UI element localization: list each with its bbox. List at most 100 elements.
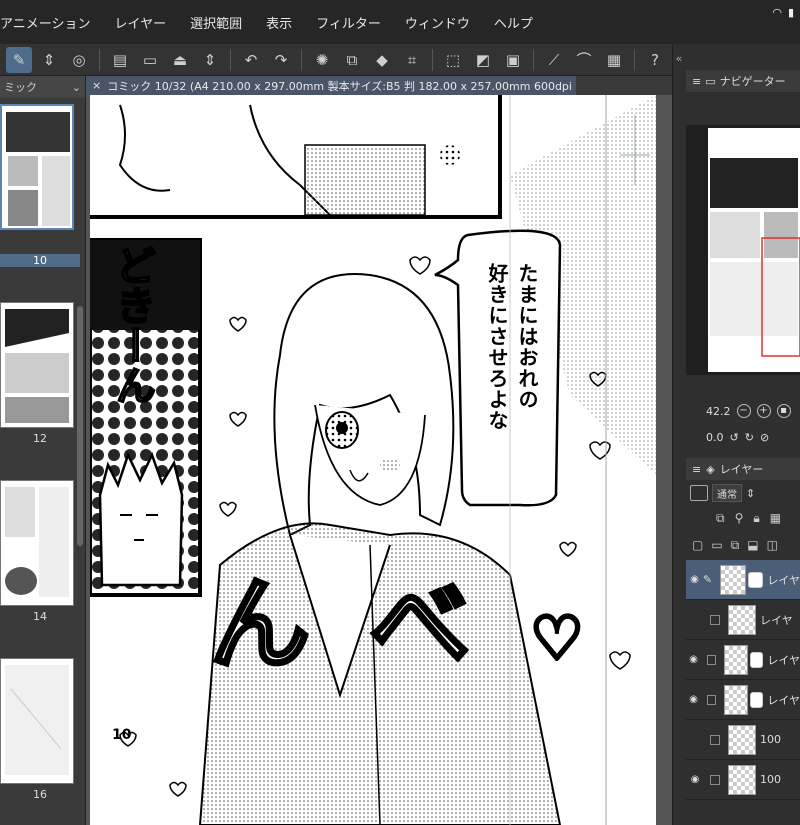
- lock-icon[interactable]: 🔒︎: [753, 511, 759, 526]
- layer-checkbox[interactable]: [710, 734, 720, 745]
- page-manager-panel: ミック ⌄ 10 12 14 16: [0, 76, 86, 825]
- menu-view[interactable]: 表示: [254, 13, 304, 32]
- page-thumbnail-art: [5, 309, 69, 423]
- eye-icon[interactable]: ◉: [686, 574, 703, 585]
- open-folder-icon[interactable]: ▭: [137, 47, 163, 73]
- ruler-icon[interactable]: ⟋: [541, 47, 567, 73]
- layer-panel-title[interactable]: レイヤー: [720, 461, 764, 477]
- new-raster-layer-icon[interactable]: ▢: [692, 538, 703, 552]
- reset-rotation-icon[interactable]: ⊘: [760, 431, 769, 444]
- layer-type-icon: [748, 571, 764, 588]
- copy-layer-icon[interactable]: ⧉: [731, 538, 740, 553]
- layer-checkbox[interactable]: [707, 694, 716, 705]
- lock-transparency-icon[interactable]: ▦: [770, 511, 781, 525]
- fit-view-icon[interactable]: ▪: [776, 404, 791, 418]
- menu-layer[interactable]: レイヤー: [102, 13, 178, 32]
- rotate-left-icon[interactable]: ↺: [730, 431, 739, 444]
- canvas-area[interactable]: たまにはおれの 好きにさせろよな どきーん んべ♡ 10: [86, 95, 672, 825]
- layers-icon: ◈: [706, 462, 715, 476]
- settings-swirl-icon[interactable]: ◎: [66, 47, 92, 73]
- menu-icon[interactable]: ≡: [692, 463, 701, 476]
- toolbar-divider: [301, 48, 302, 71]
- wifi-icon: ◠: [772, 6, 782, 19]
- rotate-right-icon[interactable]: ↻: [745, 431, 754, 444]
- page-thumbnail-16[interactable]: [0, 658, 74, 784]
- clip-icon[interactable]: ⧉: [716, 511, 725, 526]
- layer-property-icon[interactable]: [690, 485, 708, 501]
- border-icon[interactable]: ▣: [500, 47, 526, 73]
- layer-checkbox[interactable]: [710, 614, 720, 625]
- document-title: コミック 10/32 (A4 210.00 x 297.00mm 製本サイズ:B…: [107, 79, 576, 93]
- page-number: 10: [112, 727, 132, 743]
- menu-animation[interactable]: アニメーション: [0, 13, 102, 32]
- eye-icon[interactable]: ◉: [686, 654, 701, 665]
- stepper-icon[interactable]: ⇕: [36, 47, 62, 73]
- undo-icon[interactable]: ↶: [238, 47, 264, 73]
- layer-list: ◉ ✎ レイヤ レイヤ ◉ レイヤ ◉ レイヤ 100 ◉ 100: [686, 560, 800, 825]
- layer-thumbnail: [728, 764, 756, 795]
- sfx-bottom-chars: んべ: [208, 566, 530, 683]
- layer-name: 100: [760, 773, 781, 786]
- spinner-icon[interactable]: ✺: [309, 47, 335, 73]
- pen-tool-icon[interactable]: ✎: [6, 46, 32, 73]
- eye-icon[interactable]: ◉: [686, 694, 701, 705]
- material-icon[interactable]: ▦: [601, 47, 627, 73]
- menu-window[interactable]: ウィンドウ: [393, 13, 482, 32]
- pen-edit-icon: ✎: [702, 573, 713, 586]
- stepper-icon[interactable]: ⇕: [746, 487, 755, 500]
- page-thumbnail-art: [6, 112, 70, 226]
- chevron-down-icon[interactable]: ⌄: [72, 81, 81, 94]
- rotation-value[interactable]: 0.0: [706, 431, 724, 444]
- zoom-in-icon[interactable]: +: [756, 404, 771, 418]
- mask-icon[interactable]: ◫: [767, 538, 778, 552]
- redo-icon[interactable]: ↷: [268, 47, 294, 73]
- new-file-icon[interactable]: ▤: [107, 47, 133, 73]
- export-icon[interactable]: ⏏: [167, 47, 193, 73]
- page-thumbnail-10[interactable]: [0, 104, 74, 230]
- layer-row[interactable]: レイヤ: [686, 600, 800, 640]
- document-tab[interactable]: × コミック 10/32 (A4 210.00 x 297.00mm 製本サイズ…: [86, 76, 576, 95]
- brush-icon[interactable]: ⌒: [571, 47, 597, 73]
- crop-icon[interactable]: ⌗: [399, 47, 425, 73]
- page-panel-scrollbar[interactable]: [77, 306, 83, 546]
- layer-row[interactable]: ◉ レイヤ: [686, 640, 800, 680]
- eye-icon[interactable]: ◉: [686, 774, 704, 785]
- fill-icon[interactable]: ◆: [369, 47, 395, 73]
- layer-action-row: ▢ ▭ ⧉ ⬓ ◫: [686, 533, 800, 557]
- stepper-icon[interactable]: ⇕: [197, 47, 223, 73]
- page-number-label: 10: [0, 254, 80, 267]
- blend-mode-select[interactable]: 通常: [712, 484, 742, 502]
- layer-row[interactable]: ◉ ✎ レイヤ: [686, 560, 800, 600]
- layer-row[interactable]: ◉ レイヤ: [686, 680, 800, 720]
- menu-help[interactable]: ヘルプ: [482, 13, 545, 32]
- navigator-preview-image[interactable]: [708, 128, 800, 372]
- help-icon[interactable]: ?: [642, 47, 668, 73]
- deselect-icon[interactable]: ⬚: [440, 47, 466, 73]
- page-thumbnail-12[interactable]: [0, 302, 74, 428]
- menu-filter[interactable]: フィルター: [304, 13, 393, 32]
- tab-bar-empty: [576, 76, 672, 95]
- navigator-title[interactable]: ナビゲーター: [720, 73, 786, 89]
- page-thumbnail-14[interactable]: [0, 480, 74, 606]
- close-icon[interactable]: ×: [92, 79, 101, 92]
- menu-icon[interactable]: ≡: [692, 75, 701, 88]
- layer-row[interactable]: 100: [686, 720, 800, 760]
- new-folder-icon[interactable]: ▭: [711, 538, 722, 552]
- manga-artwork: [90, 95, 656, 825]
- layer-checkbox[interactable]: [710, 774, 720, 785]
- merge-layer-icon[interactable]: ⬓: [747, 538, 758, 552]
- invert-selection-icon[interactable]: ◩: [470, 47, 496, 73]
- collapse-panel-icon[interactable]: «: [672, 44, 686, 72]
- transform-icon[interactable]: ⧉: [339, 47, 365, 73]
- menu-selection[interactable]: 選択範囲: [178, 13, 254, 32]
- speech-bubble-text-col2: 好きにさせろよな: [485, 263, 509, 431]
- zoom-out-icon[interactable]: −: [736, 404, 751, 418]
- manga-page[interactable]: たまにはおれの 好きにさせろよな どきーん んべ♡ 10: [90, 95, 656, 825]
- layer-name: レイヤ: [760, 613, 793, 627]
- layer-name: 100: [760, 733, 781, 746]
- status-icons: ◠ ▮: [772, 6, 794, 19]
- layer-checkbox[interactable]: [707, 654, 716, 665]
- layer-row[interactable]: ◉ 100: [686, 760, 800, 800]
- zoom-value[interactable]: 42.2: [706, 405, 731, 418]
- reference-icon[interactable]: ⚲: [735, 511, 744, 525]
